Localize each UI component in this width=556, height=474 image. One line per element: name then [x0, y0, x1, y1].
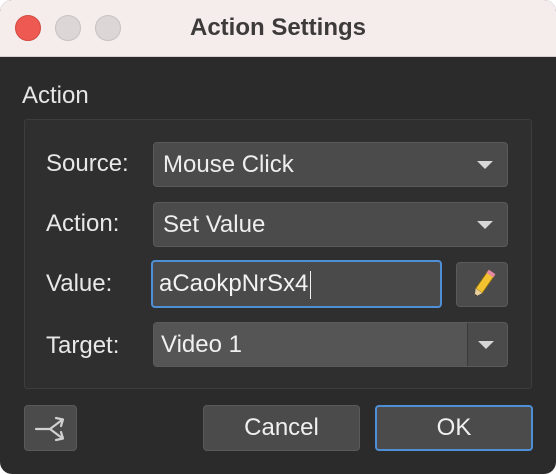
text-cursor [310, 270, 312, 299]
source-value: Mouse Click [163, 151, 294, 178]
action-value: Set Value [163, 211, 266, 238]
value-label: Value: [46, 270, 113, 297]
target-value[interactable]: Video 1 [154, 323, 468, 366]
chevron-down-icon [477, 221, 493, 229]
value-input-text: aCaokpNrSx4 [159, 270, 309, 297]
action-dropdown[interactable]: Set Value [153, 202, 508, 247]
chevron-down-icon[interactable] [478, 341, 494, 349]
cancel-button[interactable]: Cancel [203, 405, 360, 451]
section-label: Action [22, 82, 89, 109]
title-bar: Action Settings [0, 0, 556, 57]
pencil-icon [474, 269, 496, 298]
target-label: Target: [46, 332, 120, 359]
action-settings-window: Action Settings Action Source: Mouse Cli… [0, 0, 556, 474]
window-title: Action Settings [189, 14, 366, 41]
value-input[interactable]: aCaokpNrSx4 [151, 260, 442, 308]
chevron-down-icon [477, 161, 493, 169]
split-arrows-icon [34, 416, 65, 442]
source-dropdown[interactable]: Mouse Click [153, 142, 508, 187]
workflow-button[interactable] [24, 405, 77, 451]
source-label: Source: [46, 150, 129, 177]
edit-value-button[interactable] [456, 262, 508, 307]
target-combobox[interactable]: Video 1 [153, 322, 508, 367]
ok-button[interactable]: OK [375, 405, 533, 451]
action-label: Action: [46, 210, 120, 237]
